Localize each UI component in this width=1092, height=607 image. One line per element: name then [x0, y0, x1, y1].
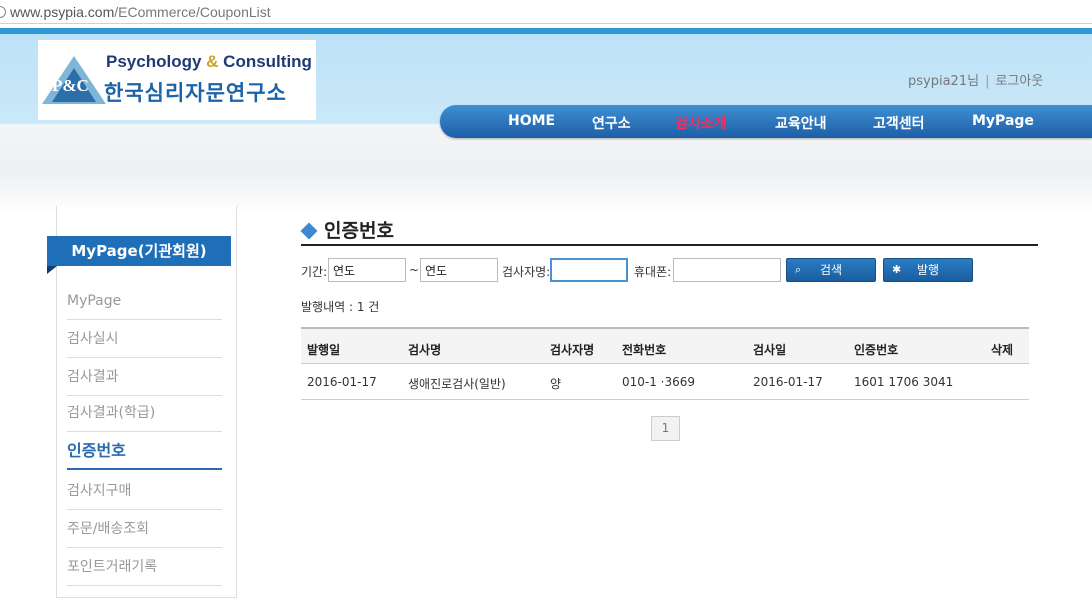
period-tilde: ~: [409, 263, 420, 277]
examinee-input[interactable]: [550, 258, 628, 282]
url-text[interactable]: www.psypia.com/ECommerce/CouponList: [10, 0, 271, 24]
page-button-current[interactable]: 1: [651, 416, 680, 441]
sidebar-item-purchase[interactable]: 검사지구매: [67, 472, 222, 510]
user-name: psypia21님: [908, 74, 980, 89]
sidebar-item-points[interactable]: 포인트거래기록: [67, 548, 222, 586]
site-info-icon[interactable]: [0, 6, 6, 18]
issue-button[interactable]: ✱ 발행: [883, 258, 973, 282]
col-test-name: 검사명: [408, 343, 442, 357]
sidebar-item-test-run[interactable]: 검사실시: [67, 320, 222, 358]
page-title: 인증번호: [300, 216, 394, 243]
cell-test-name: 생애진로검사(일반): [408, 377, 506, 391]
user-separator: |: [985, 74, 990, 89]
nav-item-mypage[interactable]: MyPage: [972, 113, 1034, 129]
cell-test-date: 2016-01-17: [753, 375, 823, 389]
sidebar-item-class-results[interactable]: 검사결과(학급): [67, 394, 222, 432]
table-header: 발행일 검사명 검사자명 전화번호 검사일 인증번호 삭제: [301, 327, 1029, 364]
search-button[interactable]: ⌕ 검색: [786, 258, 876, 282]
user-box: psypia21님 | 로그아웃: [908, 70, 1043, 89]
period-to-input[interactable]: 연도: [420, 258, 498, 282]
sidebar-title: MyPage(기관회원): [47, 236, 231, 266]
col-examinee: 검사자명: [550, 343, 595, 357]
table-row: 2016-01-17 생애진로검사(일반) 양 010-1 ·3669 2016…: [301, 364, 1029, 400]
sidebar-item-test-results[interactable]: 검사결과: [67, 358, 222, 396]
sidebar-item-orders[interactable]: 주문/배송조회: [67, 510, 222, 548]
cell-phone: 010-1 ·3669: [622, 375, 696, 389]
nav-item-institute[interactable]: 연구소: [592, 113, 631, 133]
issue-count: 발행내역 : 1 건: [301, 300, 380, 314]
logo-english-name: Psychology & Consulting: [106, 52, 312, 71]
examinee-label: 검사자명:: [502, 265, 551, 279]
title-divider: [301, 244, 1038, 246]
nav-item-support[interactable]: 고객센터: [873, 113, 925, 133]
logo-mark: P&C: [52, 76, 89, 95]
browser-address-bar[interactable]: www.psypia.com/ECommerce/CouponList: [0, 0, 1092, 24]
col-issue-date: 발행일: [307, 343, 341, 357]
sidebar-item-mypage[interactable]: MyPage: [67, 282, 222, 320]
cell-auth-code: 1601 1706 3041: [854, 375, 954, 389]
period-from-input[interactable]: 연도: [328, 258, 406, 282]
header-top-line: [0, 28, 1092, 34]
nav-item-tests[interactable]: 검사소개: [675, 113, 727, 133]
nav-item-home[interactable]: HOME: [508, 113, 555, 129]
phone-label: 휴대폰:: [634, 265, 672, 279]
col-delete: 삭제: [991, 343, 1014, 357]
diamond-bullet-icon: [300, 222, 318, 240]
site-logo[interactable]: P&C Psychology & Consulting 한국심리자문연구소: [38, 40, 316, 120]
sidebar-item-auth-code[interactable]: 인증번호: [67, 432, 222, 470]
logo-korean-name: 한국심리자문연구소: [104, 81, 287, 105]
main-nav: HOME 연구소 검사소개 교육안내 고객센터 MyPage: [440, 105, 1092, 138]
col-phone: 전화번호: [622, 343, 667, 357]
logout-link[interactable]: 로그아웃: [995, 74, 1043, 89]
cell-issue-date: 2016-01-17: [307, 375, 377, 389]
col-test-date: 검사일: [753, 343, 787, 357]
col-auth-code: 인증번호: [854, 343, 899, 357]
cell-examinee: 양: [550, 377, 562, 391]
period-label: 기간:: [301, 265, 328, 279]
nav-item-education[interactable]: 교육안내: [775, 113, 827, 133]
phone-input[interactable]: [673, 258, 781, 282]
